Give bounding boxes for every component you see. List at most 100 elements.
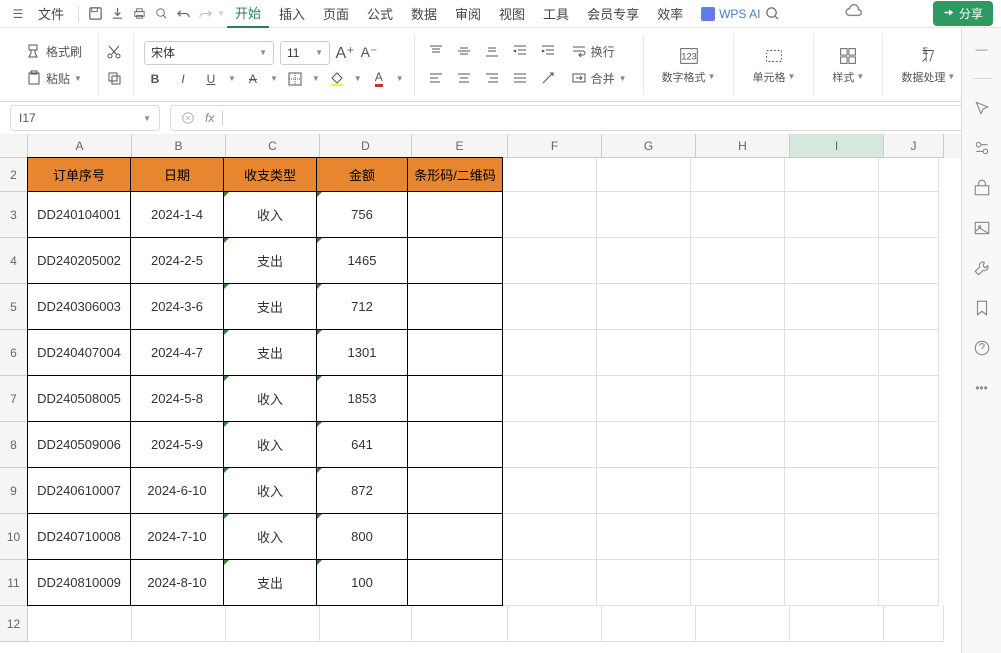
cell[interactable]: DD240509006 [27, 421, 131, 468]
menu-insert[interactable]: 插入 [271, 0, 313, 27]
cell[interactable] [407, 329, 503, 376]
align-bottom-icon[interactable] [481, 41, 503, 61]
save-icon[interactable] [85, 4, 105, 24]
menu-data[interactable]: 数据 [403, 0, 445, 27]
cell[interactable] [407, 191, 503, 238]
cell[interactable] [696, 606, 790, 642]
format-brush-button[interactable]: 格式刷 [20, 40, 88, 63]
cell[interactable]: 800 [316, 513, 408, 560]
menu-formula[interactable]: 公式 [359, 0, 401, 27]
cell[interactable] [226, 606, 320, 642]
cell[interactable] [597, 376, 691, 422]
row-header[interactable]: 5 [0, 284, 28, 330]
cell[interactable]: 1465 [316, 237, 408, 284]
cell[interactable] [691, 330, 785, 376]
cell[interactable] [503, 284, 597, 330]
merge-button[interactable]: 合并▼ [565, 67, 633, 90]
sidebar-image-icon[interactable] [971, 217, 993, 239]
cell[interactable]: 2024-6-10 [130, 467, 224, 514]
cell[interactable] [508, 606, 602, 642]
cell[interactable] [879, 560, 939, 606]
print-icon[interactable] [129, 4, 149, 24]
align-top-icon[interactable] [425, 41, 447, 61]
col-header-D[interactable]: D [320, 134, 412, 158]
col-header-F[interactable]: F [508, 134, 602, 158]
number-format-button[interactable]: 123 数字格式▼ [654, 41, 724, 89]
align-left-icon[interactable] [425, 68, 447, 88]
cell[interactable] [785, 284, 879, 330]
row-header[interactable]: 4 [0, 238, 28, 284]
select-all-corner[interactable] [0, 134, 28, 158]
sidebar-help-icon[interactable] [971, 337, 993, 359]
cell[interactable] [879, 468, 939, 514]
bold-icon[interactable]: B [144, 69, 166, 89]
col-header-J[interactable]: J [884, 134, 944, 158]
cut-icon[interactable] [105, 43, 123, 61]
share-button[interactable]: 分享 [933, 1, 993, 26]
cell[interactable] [412, 606, 508, 642]
cell[interactable] [407, 421, 503, 468]
cell[interactable] [597, 330, 691, 376]
cell[interactable]: 2024-4-7 [130, 329, 224, 376]
cell[interactable]: 日期 [130, 157, 224, 192]
menu-file[interactable]: 文件 [30, 0, 72, 27]
cell[interactable] [790, 606, 884, 642]
cell[interactable] [597, 238, 691, 284]
cell[interactable] [691, 376, 785, 422]
cell[interactable] [503, 468, 597, 514]
menu-hamburger-icon[interactable]: ☰ [8, 4, 28, 24]
cell[interactable]: 1301 [316, 329, 408, 376]
col-header-B[interactable]: B [132, 134, 226, 158]
cell[interactable]: DD240508005 [27, 375, 131, 422]
menu-eff[interactable]: 效率 [649, 0, 691, 27]
search-icon[interactable] [762, 4, 782, 24]
row-header[interactable]: 8 [0, 422, 28, 468]
cell[interactable] [785, 468, 879, 514]
menu-vip[interactable]: 会员专享 [579, 0, 647, 27]
cell[interactable]: 2024-7-10 [130, 513, 224, 560]
redo-icon[interactable] [195, 4, 215, 24]
cell[interactable] [132, 606, 226, 642]
cell[interactable]: DD240205002 [27, 237, 131, 284]
align-middle-icon[interactable] [453, 41, 475, 61]
name-box[interactable]: I17▼ [10, 105, 160, 131]
cell[interactable]: 订单序号 [27, 157, 131, 192]
cell[interactable] [407, 375, 503, 422]
cloud-icon[interactable] [845, 3, 863, 24]
cell[interactable] [691, 514, 785, 560]
cell[interactable] [879, 330, 939, 376]
cell[interactable] [597, 560, 691, 606]
font-color-icon[interactable]: A [368, 69, 390, 89]
cell[interactable] [597, 158, 691, 192]
cell[interactable]: DD240610007 [27, 467, 131, 514]
cell-button[interactable]: 单元格▼ [744, 41, 803, 89]
cell[interactable]: 支出 [223, 283, 317, 330]
row-header[interactable]: 9 [0, 468, 28, 514]
cell[interactable] [503, 376, 597, 422]
cell[interactable] [691, 468, 785, 514]
cell[interactable] [785, 192, 879, 238]
cell[interactable]: 支出 [223, 237, 317, 284]
preview-icon[interactable] [151, 4, 171, 24]
cell[interactable] [691, 422, 785, 468]
cell[interactable] [503, 192, 597, 238]
size-select[interactable]: 11▼ [280, 41, 330, 65]
cell[interactable] [597, 192, 691, 238]
cell[interactable] [597, 422, 691, 468]
cell[interactable] [503, 330, 597, 376]
formula-input[interactable]: fx [170, 105, 991, 131]
cell[interactable] [879, 158, 939, 192]
menu-start[interactable]: 开始 [227, 0, 269, 28]
cell[interactable]: DD240407004 [27, 329, 131, 376]
cell[interactable]: 支出 [223, 559, 317, 606]
cell[interactable] [879, 514, 939, 560]
cell[interactable] [785, 514, 879, 560]
cell[interactable] [503, 158, 597, 192]
menu-review[interactable]: 审阅 [447, 0, 489, 27]
row-header[interactable]: 2 [0, 158, 28, 192]
sidebar-bookmark-icon[interactable] [971, 297, 993, 319]
cell[interactable] [407, 237, 503, 284]
cell[interactable] [691, 238, 785, 284]
wrap-text-button[interactable]: 换行 [565, 40, 621, 63]
cell[interactable] [597, 514, 691, 560]
